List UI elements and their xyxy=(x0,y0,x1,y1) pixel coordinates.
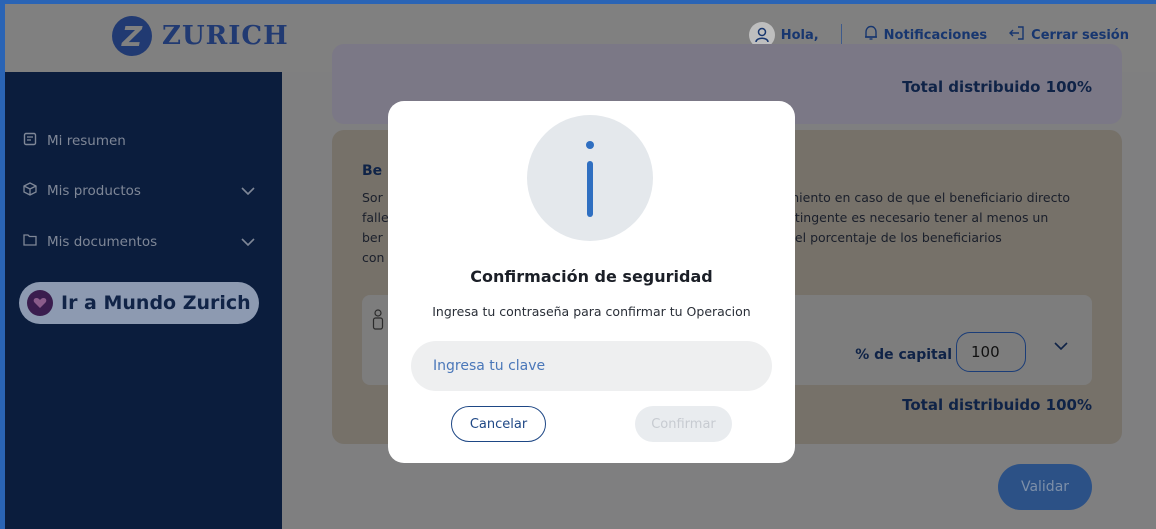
info-icon xyxy=(527,115,653,241)
greeting-text: Hola, xyxy=(780,27,819,43)
sidebar: Mi resumen Mis productos Mis documentos xyxy=(5,72,282,529)
capital-label: % de capital xyxy=(855,347,952,363)
desc-right-line: del porcentaje de los beneficiarios xyxy=(787,230,1002,245)
summary-icon xyxy=(23,132,37,150)
chevron-down-icon[interactable] xyxy=(241,183,255,199)
logout-icon xyxy=(1009,26,1025,44)
sidebar-item-label: Mis documentos xyxy=(47,233,158,250)
dialog-subtitle: Ingresa tu contraseña para confirmar tu … xyxy=(432,304,751,319)
top-total-distributed: Total distribuido 100% xyxy=(902,78,1092,96)
chevron-down-icon[interactable] xyxy=(241,234,255,250)
header-divider xyxy=(840,24,842,46)
section-title: Be xyxy=(362,163,383,179)
mundo-zurich-label: Ir a Mundo Zurich xyxy=(61,292,251,314)
sidebar-item-label: Mis productos xyxy=(47,183,141,199)
zurich-logo[interactable]: Z ZURICH xyxy=(112,16,289,56)
bell-icon xyxy=(864,25,878,45)
notifications-link[interactable]: Notificaciones xyxy=(864,25,988,45)
notifications-label: Notificaciones xyxy=(883,27,988,43)
chevron-down-icon[interactable] xyxy=(1054,335,1068,354)
app-window: Z ZURICH Hola, Notificaciones Cerrar ses… xyxy=(0,0,1156,529)
sidebar-item-products[interactable]: Mis productos xyxy=(23,182,255,200)
heart-icon xyxy=(27,290,53,316)
validate-button[interactable]: Validar xyxy=(998,464,1092,510)
cancel-button[interactable]: Cancelar xyxy=(451,406,546,442)
desc-right-line: ntingente es necesario tener al menos un xyxy=(787,210,1049,225)
logout-label: Cerrar sesión xyxy=(1031,27,1129,43)
desc-right-line: miento en caso de que el beneficiario di… xyxy=(787,190,1071,205)
capital-percent-input[interactable] xyxy=(956,332,1026,372)
dialog-title: Confirmación de seguridad xyxy=(470,267,713,286)
logout-link[interactable]: Cerrar sesión xyxy=(1009,26,1129,44)
info-icon-bar xyxy=(587,161,593,217)
zurich-logo-mark: Z xyxy=(112,16,152,56)
sidebar-item-documents[interactable]: Mis documentos xyxy=(23,233,255,250)
password-input[interactable] xyxy=(411,341,772,391)
box-icon xyxy=(23,182,37,200)
zurich-logo-text: ZURICH xyxy=(162,21,289,51)
sidebar-item-summary[interactable]: Mi resumen xyxy=(23,132,255,150)
mid-total-distributed: Total distribuido 100% xyxy=(902,396,1092,414)
sidebar-item-label: Mi resumen xyxy=(47,133,126,149)
folder-icon xyxy=(23,233,37,250)
info-icon-dot xyxy=(586,141,594,149)
person-icon xyxy=(372,309,384,335)
mundo-zurich-button[interactable]: Ir a Mundo Zurich xyxy=(19,282,259,324)
security-confirmation-dialog: Confirmación de seguridad Ingresa tu con… xyxy=(388,101,795,463)
confirm-button[interactable]: Confirmar xyxy=(635,406,732,442)
